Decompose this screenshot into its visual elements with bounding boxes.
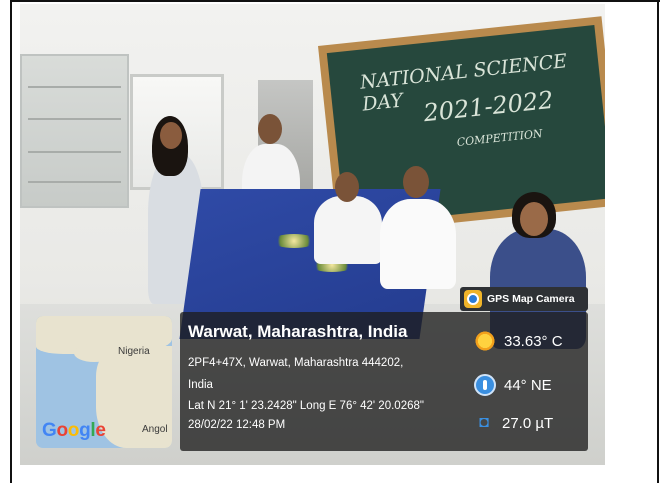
address-line-2: India bbox=[188, 379, 213, 391]
person-head bbox=[520, 202, 548, 236]
person-man-seated-2 bbox=[380, 199, 456, 289]
google-letter: o bbox=[67, 420, 80, 441]
address-line-1: 2PF4+47X, Warwat, Maharashtra 444202, bbox=[188, 357, 404, 369]
table-cell-right-border bbox=[657, 0, 659, 483]
google-letter: G bbox=[42, 420, 57, 441]
wind-value: 44° NE bbox=[504, 376, 552, 394]
wind-reading: 44° NE bbox=[474, 374, 552, 396]
location-map-thumbnail: Nigeria Angol Google bbox=[36, 316, 172, 448]
google-letter: o bbox=[56, 420, 68, 441]
badge-label: GPS Map Camera bbox=[487, 293, 575, 305]
coordinates: Lat N 21° 1' 23.2428" Long E 76° 42' 20.… bbox=[188, 400, 424, 412]
date-time: 28/02/22 12:48 PM bbox=[188, 419, 286, 431]
google-logo: Google bbox=[42, 420, 106, 442]
temperature-reading: 33.63° C bbox=[474, 330, 563, 352]
person-head bbox=[403, 166, 429, 198]
flower-bouquet bbox=[272, 234, 316, 248]
person-head bbox=[160, 122, 182, 149]
compass-icon bbox=[474, 374, 496, 396]
sun-icon bbox=[474, 330, 496, 352]
magnet-icon: ◘ bbox=[479, 414, 489, 431]
table-cell-left-border bbox=[10, 0, 12, 483]
location-info-panel: Warwat, Maharashtra, India 2PF4+47X, War… bbox=[180, 312, 588, 451]
table-cell-top-border bbox=[10, 0, 660, 2]
gps-map-camera-badge: GPS Map Camera bbox=[460, 287, 588, 311]
person-head bbox=[258, 114, 282, 144]
person-head bbox=[335, 172, 359, 202]
lab-cabinet bbox=[20, 54, 129, 208]
location-title: Warwat, Maharashtra, India bbox=[188, 322, 408, 341]
temperature-value: 33.63° C bbox=[504, 332, 563, 350]
google-letter: g bbox=[79, 420, 91, 441]
map-label-angola: Angol bbox=[142, 424, 168, 435]
person-man-seated-1 bbox=[314, 196, 382, 264]
gps-map-camera-logo-icon bbox=[464, 290, 482, 308]
board-text-competition: COMPETITION bbox=[456, 127, 544, 149]
magnetic-value: 27.0 µT bbox=[502, 414, 554, 432]
google-letter: e bbox=[95, 420, 106, 441]
magnetic-reading: ◘ 27.0 µT bbox=[474, 414, 553, 432]
map-label-nigeria: Nigeria bbox=[118, 346, 150, 357]
